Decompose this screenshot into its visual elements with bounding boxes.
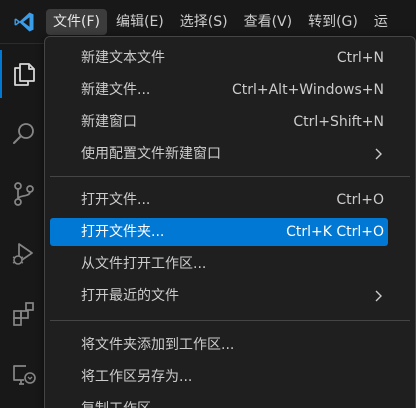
activity-run-debug[interactable]: [0, 224, 48, 284]
menu-item-label: 新建文本文件: [81, 50, 165, 66]
extensions-icon: [13, 302, 34, 326]
menu-item-new-file[interactable]: 新建文件... Ctrl+Alt+Windows+N: [50, 76, 388, 104]
menu-item-label: 打开文件...: [81, 192, 151, 208]
menu-item-shortcut: Ctrl+K Ctrl+O: [286, 224, 384, 240]
menu-item-shortcut: Ctrl+N: [336, 50, 384, 66]
menu-separator: [50, 176, 410, 177]
menu-item-open-recent[interactable]: 打开最近的文件: [50, 282, 388, 310]
menu-run[interactable]: 运: [367, 9, 395, 35]
menu-item-open-workspace-from-file[interactable]: 从文件打开工作区...: [50, 250, 388, 278]
activity-bar: [0, 44, 48, 408]
menu-item-label: 新建文件...: [81, 82, 151, 98]
menu-item-open-file[interactable]: 打开文件... Ctrl+O: [50, 186, 388, 214]
run-debug-icon: [12, 243, 33, 265]
menu-item-new-text-file[interactable]: 新建文本文件 Ctrl+N: [50, 44, 388, 72]
menu-item-save-workspace-as[interactable]: 将工作区另存为...: [50, 363, 388, 391]
activity-remote-explorer[interactable]: [0, 344, 48, 404]
menu-item-shortcut: Ctrl+O: [336, 192, 384, 208]
menu-item-label: 复制工作区: [81, 395, 151, 408]
menu-selection[interactable]: 选择(S): [173, 9, 235, 35]
menu-item-new-window-with-profile[interactable]: 使用配置文件新建窗口: [50, 140, 388, 168]
chevron-right-icon: [375, 290, 382, 302]
search-icon: [13, 123, 34, 144]
menu-item-label: 将文件夹添加到工作区...: [81, 337, 235, 353]
menu-item-label: 将工作区另存为...: [81, 369, 193, 385]
menu-item-label: 使用配置文件新建窗口: [81, 146, 221, 162]
file-menu-dropdown: 新建文本文件 Ctrl+N 新建文件... Ctrl+Alt+Windows+N…: [44, 36, 416, 408]
remote-explorer-icon: [13, 365, 36, 385]
vscode-logo-icon: [14, 12, 34, 32]
menu-separator: [50, 320, 410, 321]
activity-search[interactable]: [0, 104, 48, 164]
menu-edit[interactable]: 编辑(E): [109, 9, 171, 35]
explorer-icon: [14, 63, 35, 86]
menu-item-label: 打开文件夹...: [81, 224, 165, 240]
menu-item-label: 新建窗口: [81, 114, 137, 130]
menu-item-add-folder-to-workspace[interactable]: 将文件夹添加到工作区...: [50, 331, 388, 359]
menu-file[interactable]: 文件(F): [46, 9, 107, 35]
menu-view[interactable]: 查看(V): [237, 9, 300, 35]
activity-extensions[interactable]: [0, 284, 48, 344]
menu-item-new-window[interactable]: 新建窗口 Ctrl+Shift+N: [50, 108, 388, 136]
chevron-right-icon: [375, 148, 382, 160]
menu-item-label: 打开最近的文件: [81, 288, 179, 304]
source-control-icon: [14, 182, 34, 206]
activity-source-control[interactable]: [0, 164, 48, 224]
menu-item-shortcut: Ctrl+Alt+Windows+N: [231, 82, 384, 98]
menu-item-duplicate-workspace[interactable]: 复制工作区: [50, 395, 388, 408]
menu-item-open-folder[interactable]: 打开文件夹... Ctrl+K Ctrl+O: [50, 218, 388, 246]
menu-go[interactable]: 转到(G): [301, 9, 365, 35]
menu-bar: 文件(F) 编辑(E) 选择(S) 查看(V) 转到(G) 运: [46, 9, 395, 35]
vscode-window: 文件(F) 编辑(E) 选择(S) 查看(V) 转到(G) 运 新建文本文件 C…: [0, 0, 416, 408]
menu-item-label: 从文件打开工作区...: [81, 256, 207, 272]
menu-item-shortcut: Ctrl+Shift+N: [293, 114, 384, 130]
activity-explorer[interactable]: [0, 44, 48, 104]
